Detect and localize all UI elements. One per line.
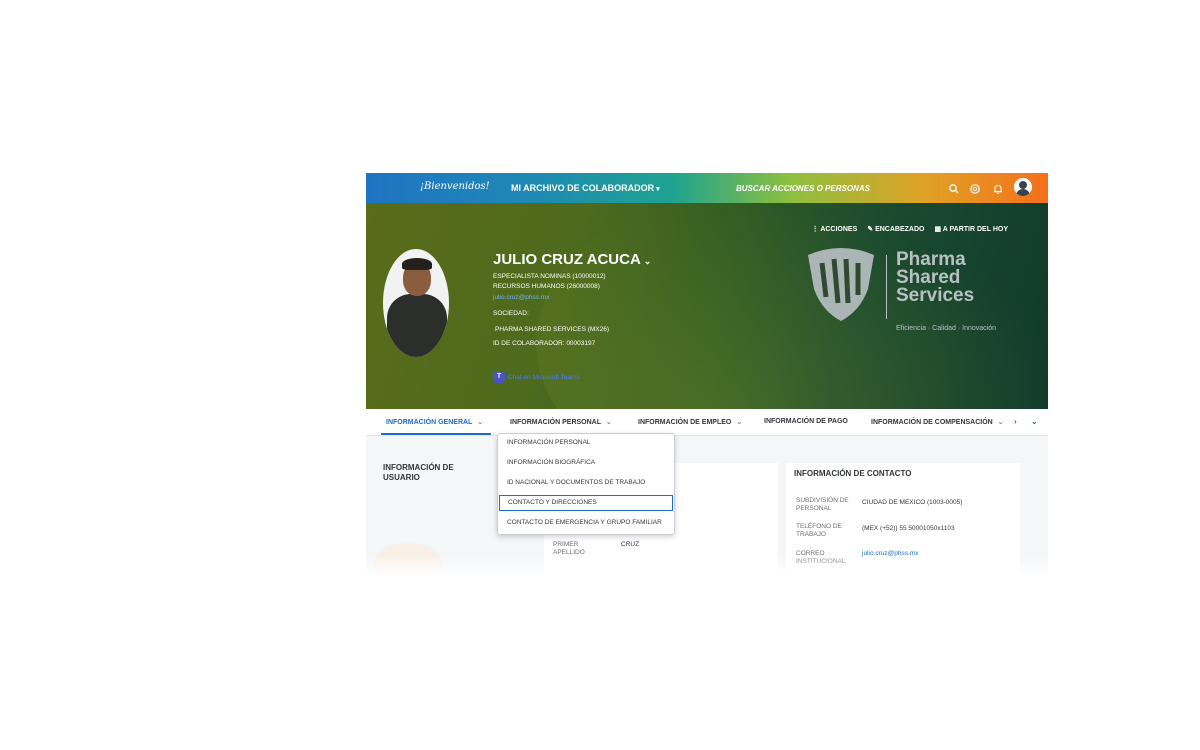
employee-photo [383, 249, 449, 357]
menu-item-contacto-emergencia[interactable]: CONTACTO DE EMERGENCIA Y GRUPO FAMILIAR [499, 515, 673, 531]
brand-divider [886, 255, 887, 319]
bottom-fade [366, 555, 1048, 575]
profile-header: ⋮ ACCIONES ✎ ENCABEZADO ▦ A PARTIR DEL H… [366, 203, 1048, 409]
actions-button[interactable]: ⋮ ACCIONES [812, 225, 858, 233]
chevron-down-icon: ⌄ [643, 256, 652, 266]
more-vertical-icon: ⋮ [811, 226, 821, 233]
tab-informacion-personal[interactable]: INFORMACIÓN PERSONAL ⌄ [510, 418, 612, 426]
brand-slogan: Eficiencia · Calidad · Innovación [896, 325, 996, 332]
menu-item-id-nacional[interactable]: ID NACIONAL Y DOCUMENTOS DE TRABAJO [499, 475, 673, 491]
chevron-down-icon: ⌄ [736, 419, 743, 426]
date-label: A PARTIR DEL HOY [942, 226, 1008, 233]
chevron-down-icon: ⌄ [606, 419, 612, 426]
teams-chat-label: Chat en Microsoft Teams [508, 373, 580, 381]
active-tab-indicator [381, 433, 491, 435]
employee-file-app: ¡Bienvenidos! MI ARCHIVO DE COLABORADOR ▾… [366, 173, 1048, 575]
photo-shirt [387, 294, 447, 357]
tab-label: INFORMACIÓN DE COMPENSACIÓN [871, 419, 993, 426]
brand-line-3: Services [896, 285, 975, 306]
field-label-telefono: TELÉFONO DE TRABAJO [796, 523, 842, 538]
company-brand: Pharma Shared Services Eficiencia · Cali… [802, 245, 1032, 335]
avatar-head [1019, 181, 1027, 189]
sociedad-value: PHARMA SHARED SERVICES (MX26) [495, 326, 610, 333]
chevron-down-icon: ▾ [656, 186, 660, 193]
tab-label: INFORMACIÓN DE PAGO [764, 418, 848, 425]
pharma-logo-icon [808, 248, 874, 321]
welcome-logo[interactable]: ¡Bienvenidos! [420, 181, 490, 192]
chevron-right-icon[interactable]: › [1014, 417, 1017, 426]
chevron-down-icon: ⌄ [997, 419, 1004, 426]
field-label-subdivision: SUBDIVISIÓN DE PERSONAL [796, 497, 849, 512]
avatar-body [1016, 189, 1030, 196]
more-tabs-chevron-down-icon[interactable]: ⌄ [1031, 417, 1038, 426]
brand-name: Pharma Shared Services [896, 250, 975, 306]
bell-icon[interactable] [992, 182, 1004, 195]
photo-hair [402, 258, 432, 270]
pencil-icon: ✎ [867, 226, 876, 233]
teams-chat-link[interactable]: T Chat en Microsoft Teams [493, 371, 580, 383]
menu-item-informacion-biografica[interactable]: INFORMACIÓN BIOGRÁFICA [499, 455, 673, 471]
menu-item-informacion-personal[interactable]: INFORMACIÓN PERSONAL [499, 435, 673, 451]
edit-header-label: ENCABEZADO [875, 226, 925, 233]
date-button[interactable]: ▦ A PARTIR DEL HOY [934, 225, 1008, 233]
contact-card-title: INFORMACIÓN DE CONTACTO [794, 469, 912, 478]
help-icon[interactable] [969, 182, 981, 194]
calendar-icon: ▦ [934, 226, 943, 233]
tab-label: INFORMACIÓN GENERAL [386, 419, 473, 426]
tab-informacion-compensacion[interactable]: INFORMACIÓN DE COMPENSACIÓN ⌄ [871, 418, 1004, 426]
employee-id: ID DE COLABORADOR: 00003197 [493, 340, 596, 347]
personal-info-dropdown-menu: INFORMACIÓN PERSONAL INFORMACIÓN BIOGRÁF… [497, 433, 675, 535]
employee-name: JULIO CRUZ ACUCA [493, 251, 641, 268]
search-input[interactable]: BUSCAR ACCIONES O PERSONAS [736, 184, 870, 193]
edit-header-button[interactable]: ✎ ENCABEZADO [867, 225, 924, 233]
module-menu-button[interactable]: MI ARCHIVO DE COLABORADOR ▾ [511, 183, 660, 193]
tab-informacion-pago[interactable]: INFORMACIÓN DE PAGO [764, 418, 848, 425]
employee-email-link[interactable]: julio.cruz@phss.mx [493, 294, 549, 301]
menu-item-contacto-direcciones[interactable]: CONTACTO Y DIRECCIONES [499, 495, 673, 511]
tab-informacion-empleo[interactable]: INFORMACIÓN DE EMPLEO ⌄ [638, 418, 742, 426]
employee-department: RECURSOS HUMANOS (26000008) [493, 283, 600, 290]
search-icon[interactable] [948, 182, 960, 194]
field-value-subdivision: CIUDAD DE MEXICO (1003-0005) [862, 499, 963, 506]
employee-position: ESPECIALISTA NOMINAS (10000012) [493, 273, 606, 280]
user-avatar[interactable] [1014, 178, 1032, 196]
employee-name-menu[interactable]: JULIO CRUZ ACUCA ⌄ [493, 251, 651, 268]
field-value-telefono: (MEX (+52)) 55 50001050x1103 [862, 525, 955, 532]
section-tabs: INFORMACIÓN GENERAL ⌄ INFORMACIÓN PERSONA… [366, 409, 1048, 436]
tab-label: INFORMACIÓN DE EMPLEO [638, 419, 732, 426]
field-value-primer-apellido: CRUZ [621, 541, 640, 548]
header-actions: ⋮ ACCIONES ✎ ENCABEZADO ▦ A PARTIR DEL H… [812, 225, 1008, 233]
chevron-down-icon: ⌄ [477, 419, 484, 426]
top-navigation-bar: ¡Bienvenidos! MI ARCHIVO DE COLABORADOR ▾… [366, 173, 1048, 203]
actions-label: ACCIONES [820, 226, 858, 233]
teams-icon: T [493, 371, 505, 383]
module-menu-label: MI ARCHIVO DE COLABORADOR [511, 183, 655, 193]
sociedad-label: SOCIEDAD: [493, 310, 529, 317]
section-title-usuario: INFORMACIÓN DE USUARIO [383, 463, 454, 482]
tab-label: INFORMACIÓN PERSONAL [510, 419, 601, 426]
tab-informacion-general[interactable]: INFORMACIÓN GENERAL ⌄ [386, 418, 483, 426]
